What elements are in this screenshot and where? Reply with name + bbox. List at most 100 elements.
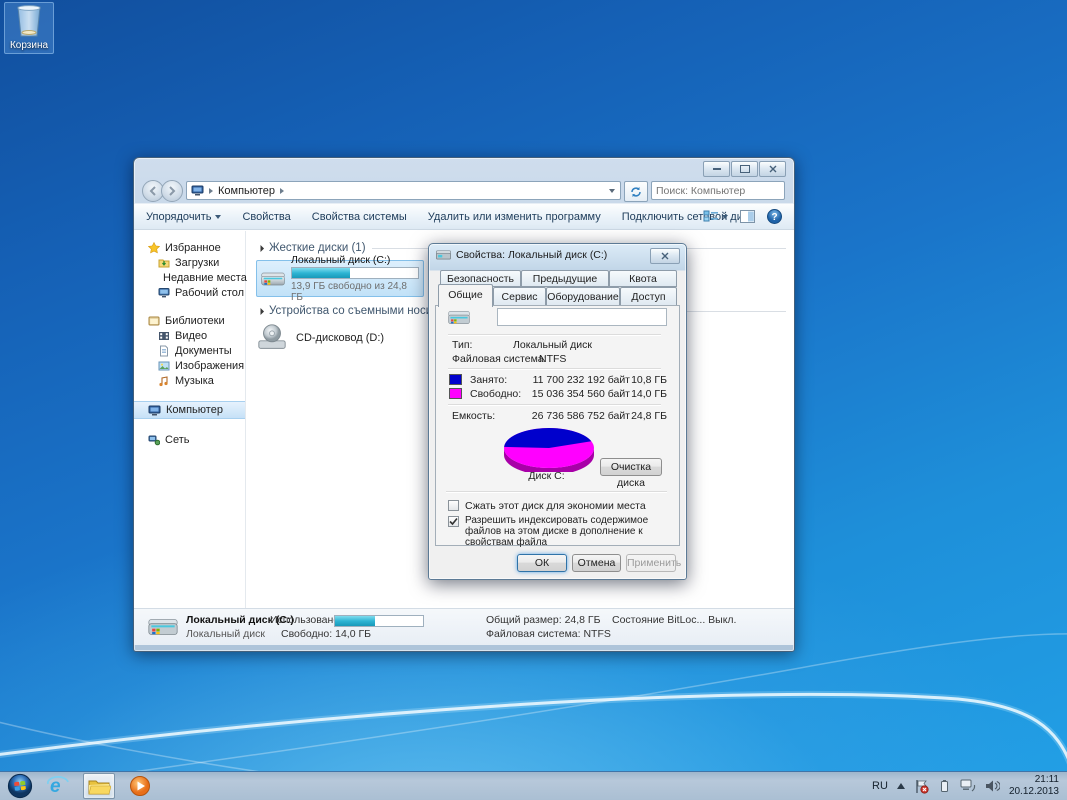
views-button[interactable] (703, 210, 728, 224)
used-bytes: 11 700 232 192 байт (530, 374, 630, 386)
toolbar-properties[interactable]: Свойства (242, 211, 290, 223)
tab-tools[interactable]: Сервис (493, 287, 546, 306)
compress-checkbox-label[interactable]: Сжать этот диск для экономии места (465, 500, 670, 512)
toolbar-system-properties[interactable]: Свойства системы (312, 211, 407, 223)
status-capacity-bar (334, 615, 424, 627)
sidebar-item-favorites[interactable]: Избранное (134, 241, 245, 255)
index-checkbox-label[interactable]: Разрешить индексировать содержимое файло… (465, 515, 667, 548)
index-checkbox[interactable] (448, 516, 459, 527)
details-pane: Локальный диск (C:) Локальный диск Испол… (134, 608, 794, 645)
check-icon (449, 517, 458, 526)
drive-free-text: 13,9 ГБ свободно из 24,8 ГБ (291, 281, 419, 303)
views-icon (703, 210, 719, 224)
chevron-down-icon (722, 215, 728, 219)
dialog-titlebar[interactable]: Свойства: Локальный диск (C:) (436, 248, 607, 261)
clock-time: 21:11 (1009, 774, 1059, 786)
taskbar-explorer-button[interactable] (83, 773, 115, 799)
language-indicator[interactable]: RU (872, 780, 888, 792)
cd-drive-icon (256, 323, 288, 353)
compress-checkbox[interactable] (448, 500, 459, 511)
sidebar-item-recent-places[interactable]: Недавние места (134, 271, 245, 285)
search-box[interactable] (651, 181, 785, 200)
sidebar-item-computer[interactable]: Компьютер (134, 401, 245, 419)
sidebar-item-downloads[interactable]: Загрузки (134, 256, 245, 270)
apply-button[interactable]: Применить (626, 554, 676, 572)
status-used-label: Использовано: (270, 614, 342, 626)
group-collapse-icon[interactable] (257, 244, 264, 251)
address-dropdown-icon[interactable] (609, 189, 615, 193)
cancel-button[interactable]: Отмена (572, 554, 621, 572)
drive-page-icon (448, 308, 470, 327)
close-button[interactable] (759, 161, 786, 177)
clock-date: 20.12.2013 (1009, 786, 1059, 798)
maximize-icon (740, 165, 750, 173)
downloads-icon (158, 257, 170, 269)
breadcrumb-computer[interactable]: Компьютер (218, 185, 275, 197)
volume-icon[interactable] (985, 779, 1000, 793)
music-icon (158, 375, 170, 387)
type-value: Локальный диск (513, 339, 592, 351)
preview-pane-icon[interactable] (740, 210, 755, 223)
disk-cleanup-button[interactable]: Очистка диска (600, 458, 662, 476)
pie-label: Диск C: (509, 470, 584, 482)
volume-label-input[interactable] (497, 308, 667, 326)
help-icon[interactable]: ? (767, 209, 782, 224)
sidebar-item-libraries[interactable]: Библиотеки (134, 314, 245, 328)
clock[interactable]: 21:11 20.12.2013 (1009, 774, 1059, 798)
start-button[interactable] (7, 773, 33, 799)
address-bar[interactable]: Компьютер (186, 181, 621, 200)
taskbar-wmp-button[interactable] (125, 774, 155, 798)
sidebar-item-desktop[interactable]: Рабочий стол (134, 286, 245, 300)
toolbar-organize[interactable]: Упорядочить (146, 211, 221, 223)
taskbar-ie-button[interactable]: e (43, 774, 73, 798)
tab-general[interactable]: Общие (438, 284, 493, 307)
free-swatch (449, 388, 462, 399)
refresh-button[interactable] (624, 181, 648, 202)
status-total-text: Общий размер: 24,8 ГБ (486, 614, 601, 626)
minimize-button[interactable] (703, 161, 730, 177)
libraries-icon (148, 315, 160, 327)
drive-capacity-fill (292, 268, 350, 278)
back-icon (148, 186, 158, 196)
forward-button[interactable] (161, 180, 183, 202)
status-fs-text: Файловая система: NTFS (486, 628, 611, 640)
drive-c-item[interactable]: Локальный диск (C:) 13,9 ГБ свободно из … (256, 260, 424, 297)
minimize-icon (713, 168, 721, 170)
type-label: Тип: (452, 339, 472, 351)
tab-hardware[interactable]: Оборудование (546, 287, 620, 306)
forward-icon (167, 186, 177, 196)
sidebar-item-music[interactable]: Музыка (134, 374, 245, 388)
tab-sharing[interactable]: Доступ (620, 287, 677, 306)
tab-previous-versions[interactable]: Предыдущие версии (521, 270, 609, 287)
cd-drive-name: CD-дисковод (D:) (296, 332, 384, 344)
sidebar-item-pictures[interactable]: Изображения (134, 359, 245, 373)
recycle-bin-desktop-icon[interactable]: Корзина (4, 2, 54, 54)
sidebar-item-documents[interactable]: Документы (134, 344, 245, 358)
crumb-separator (280, 188, 284, 194)
ok-button[interactable]: ОК (517, 554, 567, 572)
explorer-titlebar[interactable] (134, 158, 794, 179)
fs-label: Файловая система: (452, 353, 547, 365)
power-icon[interactable] (938, 779, 951, 793)
network-icon[interactable] (960, 779, 976, 793)
group-collapse-icon[interactable] (257, 307, 264, 314)
used-swatch (449, 374, 462, 385)
action-center-flag-icon[interactable] (914, 779, 929, 794)
videos-icon (158, 330, 170, 342)
divider (446, 491, 667, 493)
sidebar-item-network[interactable]: Сеть (134, 433, 245, 447)
media-player-icon (129, 775, 151, 797)
navigation-pane: Избранное Загрузки Недавние места Рабочи… (134, 231, 246, 613)
internet-explorer-icon: e (46, 775, 70, 797)
recycle-bin-label: Корзина (5, 40, 53, 51)
show-hidden-icons-button[interactable] (897, 783, 905, 789)
sidebar-item-videos[interactable]: Видео (134, 329, 245, 343)
drive-mini-icon (436, 248, 451, 261)
tab-quota[interactable]: Квота (609, 270, 677, 287)
search-input[interactable] (652, 185, 795, 197)
crumb-separator (209, 188, 213, 194)
close-icon (769, 165, 777, 173)
dialog-close-button[interactable] (650, 248, 680, 264)
toolbar-uninstall-program[interactable]: Удалить или изменить программу (428, 211, 601, 223)
maximize-button[interactable] (731, 161, 758, 177)
